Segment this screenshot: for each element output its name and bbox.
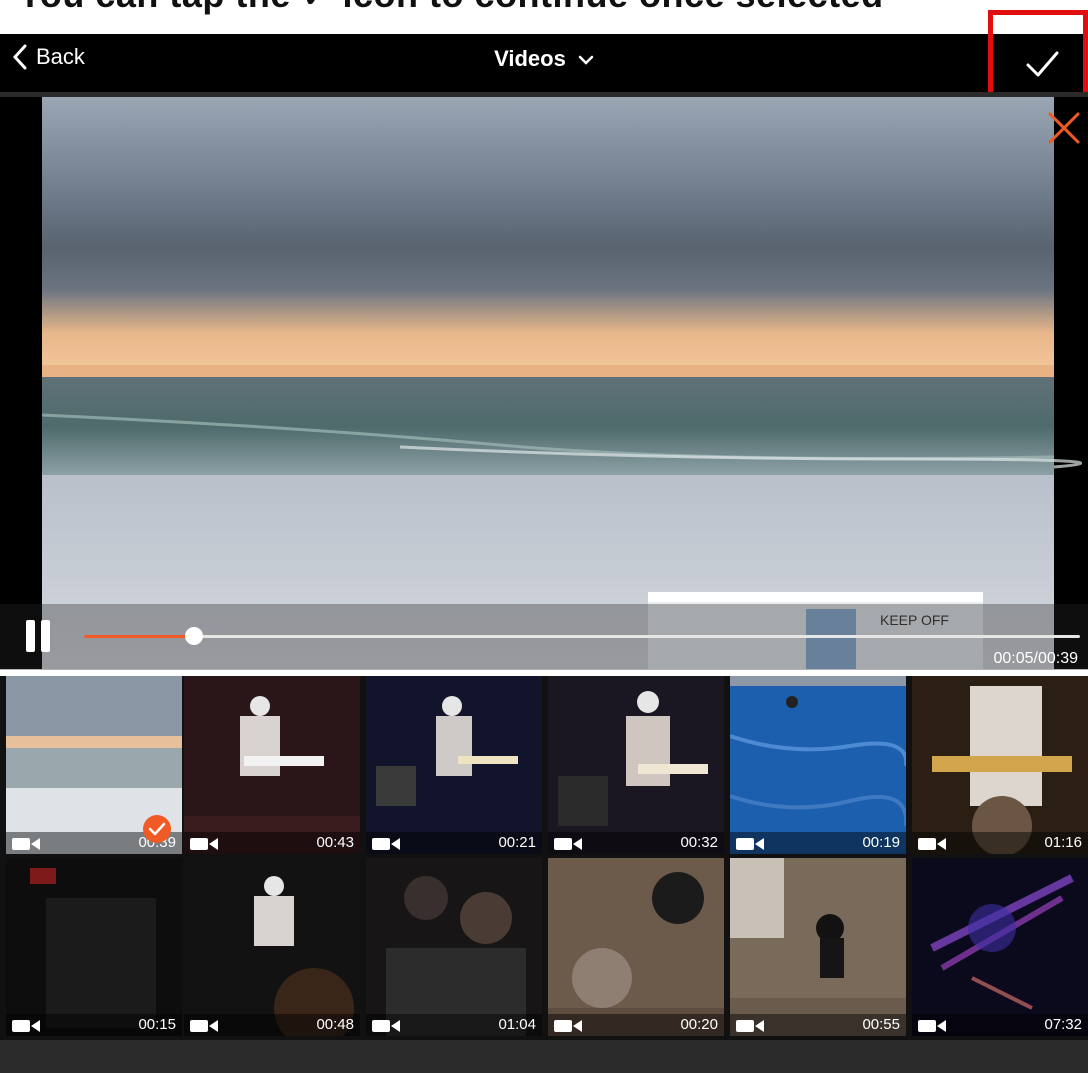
video-preview[interactable]: KEEP OFF <box>0 97 1088 669</box>
video-thumbnail <box>184 858 360 1036</box>
close-icon[interactable] <box>1046 110 1082 146</box>
video-camera-icon <box>12 838 40 850</box>
video-duration: 01:16 <box>1044 834 1082 851</box>
album-title: Videos <box>494 46 566 71</box>
video-duration: 01:04 <box>498 1016 536 1033</box>
seek-thumb[interactable] <box>185 627 203 645</box>
video-tile[interactable]: 00:15 <box>6 858 182 1036</box>
playback-time: 00:05/00:39 <box>993 650 1078 667</box>
video-camera-icon <box>12 1020 40 1032</box>
video-duration: 00:21 <box>498 834 536 851</box>
selected-check-icon <box>143 815 171 843</box>
video-camera-icon <box>554 1020 582 1032</box>
bottom-toolbar <box>0 1040 1088 1073</box>
video-tile[interactable]: 00:55 <box>730 858 906 1036</box>
video-duration: 00:15 <box>138 1016 176 1033</box>
video-tile[interactable]: 01:16 <box>912 676 1088 854</box>
video-duration: 00:55 <box>862 1016 900 1033</box>
video-duration: 00:32 <box>680 834 718 851</box>
video-tile[interactable]: 00:21 <box>366 676 542 854</box>
video-thumbnail <box>184 676 360 854</box>
top-nav-bar: Back Videos <box>0 34 1088 92</box>
video-thumbnail <box>366 676 542 854</box>
video-duration: 07:32 <box>1044 1016 1082 1033</box>
video-tile[interactable]: 00:19 <box>730 676 906 854</box>
seek-bar-progress <box>84 635 194 638</box>
video-thumbnail <box>912 858 1088 1036</box>
video-thumbnail <box>730 676 906 854</box>
video-grid: 00:39 00:43 <box>0 676 1088 1040</box>
video-tile[interactable]: 01:04 <box>366 858 542 1036</box>
video-tile[interactable]: 07:32 <box>912 858 1088 1036</box>
seek-bar[interactable] <box>84 635 1080 638</box>
video-tile[interactable]: 00:43 <box>184 676 360 854</box>
video-camera-icon <box>918 1020 946 1032</box>
video-camera-icon <box>190 838 218 850</box>
video-tile[interactable]: 00:32 <box>548 676 724 854</box>
video-camera-icon <box>736 1020 764 1032</box>
video-camera-icon <box>190 1020 218 1032</box>
checkmark-icon[interactable] <box>1020 42 1064 86</box>
video-duration: 00:19 <box>862 834 900 851</box>
video-camera-icon <box>372 1020 400 1032</box>
video-duration: 00:43 <box>316 834 354 851</box>
video-tile[interactable]: 00:48 <box>184 858 360 1036</box>
video-thumbnail <box>548 676 724 854</box>
video-frame: KEEP OFF <box>0 97 1088 669</box>
video-camera-icon <box>372 838 400 850</box>
video-tile[interactable]: 00:20 <box>548 858 724 1036</box>
video-duration: 00:20 <box>680 1016 718 1033</box>
video-camera-icon <box>918 838 946 850</box>
video-thumbnail <box>548 858 724 1036</box>
instruction-caption: You can tap the ✓ icon to continue once … <box>18 0 884 16</box>
video-camera-icon <box>554 838 582 850</box>
video-duration: 00:48 <box>316 1016 354 1033</box>
video-thumbnail <box>6 858 182 1036</box>
video-thumbnail <box>366 858 542 1036</box>
video-thumbnail <box>730 858 906 1036</box>
album-selector[interactable]: Videos <box>0 46 1088 72</box>
chevron-down-icon <box>578 55 594 65</box>
video-thumbnail <box>912 676 1088 854</box>
pause-icon[interactable] <box>26 620 52 652</box>
video-tile[interactable]: 00:39 <box>6 676 182 854</box>
video-camera-icon <box>736 838 764 850</box>
